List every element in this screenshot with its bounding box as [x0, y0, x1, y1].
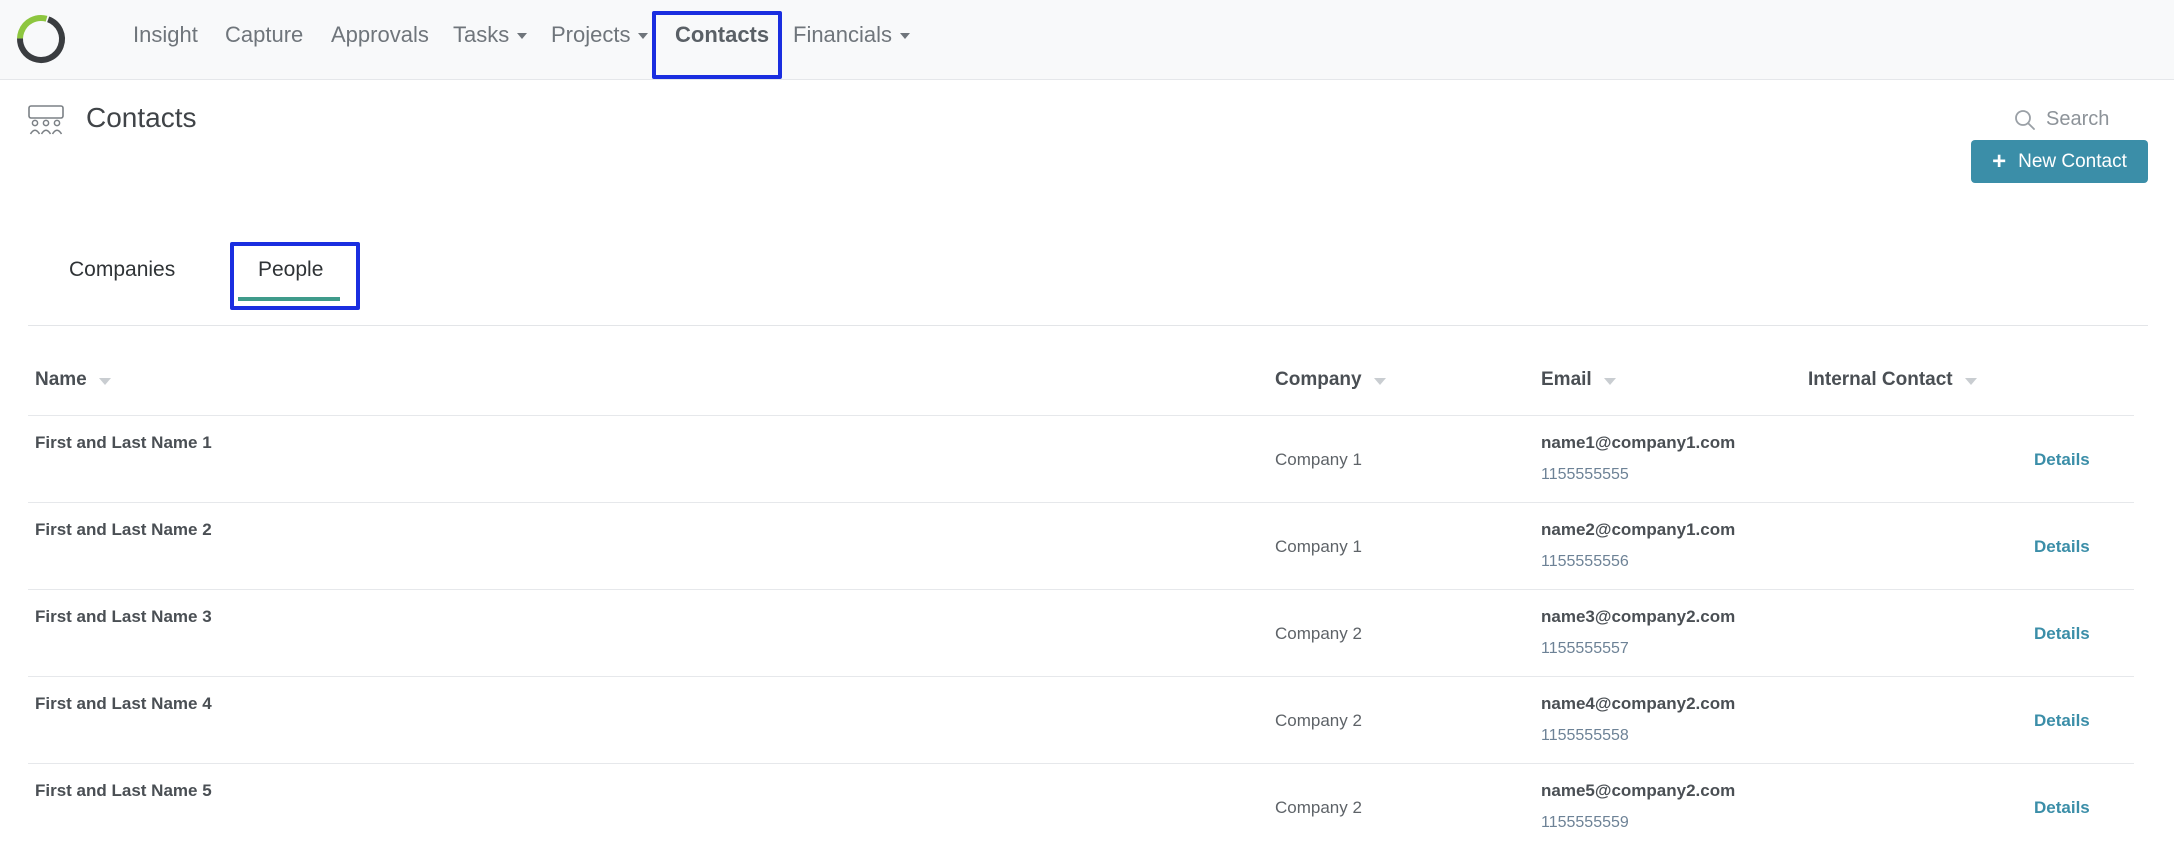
contact-phone: 1155555558 [1541, 727, 1629, 744]
nav-tasks-label: Tasks [453, 22, 510, 47]
sort-caret-icon[interactable] [1964, 377, 1977, 385]
search-toggle[interactable]: Search [2014, 108, 2109, 131]
contacts-people-icon [28, 105, 64, 135]
column-header-email-label: Email [1541, 369, 1592, 390]
page-title: Contacts [86, 102, 197, 133]
nav-projects-dropdown[interactable]: Projects [551, 0, 649, 70]
contact-email: name3@company2.com [1541, 607, 1736, 626]
nav-contacts[interactable]: Contacts [675, 0, 769, 70]
column-header-company-label: Company [1275, 369, 1362, 390]
table-row: First and Last Name 3 Company 2 name3@co… [28, 589, 2134, 676]
nav-financials-dropdown[interactable]: Financials [793, 0, 911, 70]
nav-capture[interactable]: Capture [225, 0, 303, 70]
table-row: First and Last Name 4 Company 2 name4@co… [28, 676, 2134, 763]
column-header-name-label: Name [35, 369, 87, 390]
contact-phone: 1155555555 [1541, 466, 1629, 483]
contact-phone: 1155555559 [1541, 814, 1629, 831]
details-link[interactable]: Details [2034, 624, 2090, 644]
sort-caret-icon[interactable] [98, 377, 111, 385]
tab-companies-label: Companies [69, 258, 176, 281]
contact-email: name5@company2.com [1541, 781, 1736, 800]
details-link[interactable]: Details [2034, 711, 2090, 731]
sort-caret-icon[interactable] [1373, 377, 1386, 385]
tabs-divider [28, 325, 2148, 326]
contact-email: name4@company2.com [1541, 694, 1736, 713]
column-header-internal-contact-label: Internal Contact [1808, 369, 1953, 390]
contact-company: Company 2 [1275, 711, 1362, 730]
contact-phone: 1155555557 [1541, 640, 1629, 657]
nav-projects-label: Projects [551, 22, 631, 47]
caret-down-icon [517, 33, 528, 39]
tab-companies[interactable]: Companies [69, 258, 175, 282]
app-logo-icon[interactable] [14, 12, 68, 66]
plus-icon: + [1992, 147, 2007, 175]
sort-caret-icon[interactable] [1603, 377, 1616, 385]
nav-financials-label: Financials [793, 22, 893, 47]
contact-company: Company 2 [1275, 624, 1362, 643]
nav-insight-label: Insight [133, 22, 198, 47]
column-header-company[interactable]: Company [1275, 369, 1386, 391]
tab-people[interactable]: People [258, 258, 323, 282]
new-contact-button-label: New Contact [2018, 150, 2127, 172]
search-icon [2015, 109, 2035, 130]
details-link[interactable]: Details [2034, 537, 2090, 557]
contact-email: name1@company1.com [1541, 433, 1736, 452]
column-header-name[interactable]: Name [35, 369, 111, 391]
table-row: First and Last Name 1 Company 1 name1@co… [28, 415, 2134, 502]
caret-down-icon [638, 33, 649, 39]
nav-tasks-dropdown[interactable]: Tasks [453, 0, 528, 70]
contact-name: First and Last Name 1 [35, 433, 212, 452]
nav-capture-label: Capture [225, 22, 304, 47]
caret-down-icon [900, 33, 911, 39]
active-tab-indicator [238, 297, 340, 301]
contact-name: First and Last Name 4 [35, 694, 212, 713]
nav-insight[interactable]: Insight [133, 0, 198, 70]
new-contact-button[interactable]: + New Contact [1971, 140, 2148, 183]
contact-phone: 1155555556 [1541, 553, 1629, 570]
contact-name: First and Last Name 5 [35, 781, 212, 800]
nav-approvals[interactable]: Approvals [331, 0, 429, 70]
top-navbar: Insight Capture Approvals Tasks Projects… [0, 0, 2174, 80]
contact-company: Company 1 [1275, 537, 1362, 556]
contact-name: First and Last Name 2 [35, 520, 212, 539]
column-header-internal-contact[interactable]: Internal Contact [1808, 369, 1977, 391]
nav-approvals-label: Approvals [331, 22, 429, 47]
contact-company: Company 2 [1275, 798, 1362, 817]
table-row: First and Last Name 2 Company 1 name2@co… [28, 502, 2134, 589]
contact-company: Company 1 [1275, 450, 1362, 469]
details-link[interactable]: Details [2034, 450, 2090, 470]
contact-name: First and Last Name 3 [35, 607, 212, 626]
contact-email: name2@company1.com [1541, 520, 1736, 539]
nav-contacts-label: Contacts [675, 22, 770, 47]
tab-people-label: People [258, 258, 324, 281]
table-row: First and Last Name 5 Company 2 name5@co… [28, 763, 2134, 850]
search-label: Search [2046, 108, 2110, 130]
details-link[interactable]: Details [2034, 798, 2090, 818]
column-header-email[interactable]: Email [1541, 369, 1616, 391]
